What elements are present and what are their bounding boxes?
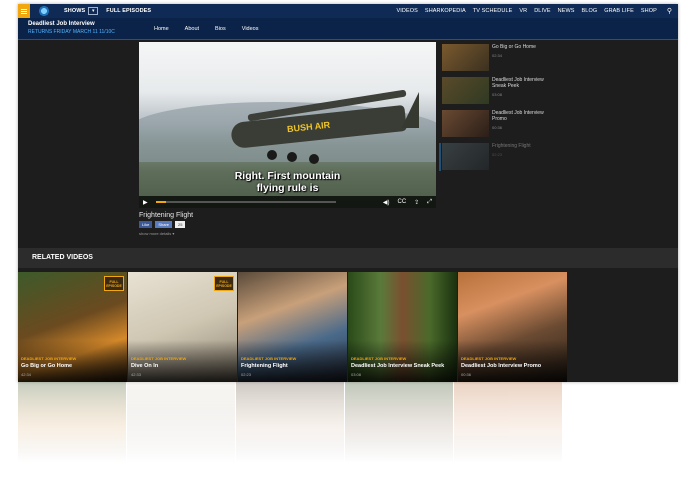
facebook-like-button[interactable]: Like bbox=[139, 221, 153, 228]
playlist-item-duration: 00:36 bbox=[492, 125, 503, 130]
subnav-about[interactable]: About bbox=[185, 26, 199, 32]
subnav-home[interactable]: Home bbox=[154, 26, 169, 32]
nav-tv-schedule[interactable]: TV SCHEDULE bbox=[473, 8, 513, 14]
nav-shows[interactable]: SHOWS bbox=[64, 8, 85, 14]
card-title: Dive On In bbox=[131, 363, 159, 369]
card-show-name: DEADLIEST JOB INTERVIEW bbox=[21, 356, 77, 361]
card-title: Deadliest Job Interview Promo bbox=[461, 363, 542, 369]
related-video-card[interactable]: FULL EPISODE DEADLIEST JOB INTERVIEW Dive… bbox=[128, 272, 237, 382]
top-nav-bar: SHOWS ▾ FULL EPISODES VIDEOS SHARKOPEDIA… bbox=[18, 4, 678, 18]
plane-wheel bbox=[287, 152, 297, 162]
card-show-name: DEADLIEST JOB INTERVIEW bbox=[241, 356, 297, 361]
playlist-item-active[interactable]: Frightening Flight 02:23 bbox=[439, 143, 552, 174]
player-controls: ▶ ◀) CC ⇪ ⤢ bbox=[139, 196, 436, 208]
video-player[interactable]: BUSH AIR Right. First mountain flying ru… bbox=[139, 42, 436, 208]
progress-bar[interactable] bbox=[155, 201, 336, 203]
card-duration: 02:23 bbox=[241, 372, 252, 377]
playlist-item-title: Deadliest Job Interview Sneak Peek bbox=[492, 77, 544, 89]
card-duration: 42:33 bbox=[131, 372, 142, 377]
related-video-card[interactable]: FULL EPISODE DEADLIEST JOB INTERVIEW Go B… bbox=[18, 272, 127, 382]
card-gradient bbox=[348, 340, 457, 382]
player-right-controls: ◀) CC ⇪ ⤢ bbox=[379, 199, 436, 206]
playlist-item[interactable]: Go Big or Go Home 02:34 bbox=[442, 44, 552, 75]
playlist-thumbnail bbox=[442, 44, 489, 71]
full-episode-badge: FULL EPISODE bbox=[214, 276, 234, 291]
related-videos-header: RELATED VIDEOS bbox=[18, 248, 678, 268]
social-buttons: Like Share 25 bbox=[139, 221, 193, 228]
show-airdate: RETURNS FRIDAY MARCH 11 11/10C bbox=[28, 29, 115, 35]
card-duration: 42:34 bbox=[21, 372, 32, 377]
related-video-card[interactable]: DEADLIEST JOB INTERVIEW Deadliest Job In… bbox=[458, 272, 567, 382]
card-title: Frightening Flight bbox=[241, 363, 288, 369]
card-title: Deadliest Job Interview Sneak Peek bbox=[351, 363, 445, 369]
card-gradient bbox=[18, 340, 127, 382]
playlist-item[interactable]: Deadliest Job Interview Sneak Peek 03:08 bbox=[442, 77, 552, 108]
fullscreen-icon[interactable]: ⤢ bbox=[427, 199, 432, 206]
plane-wheel bbox=[267, 150, 277, 160]
playlist-item-title: Go Big or Go Home bbox=[492, 44, 536, 50]
progress-fill bbox=[155, 201, 167, 203]
search-icon[interactable]: ⚲ bbox=[667, 7, 672, 15]
nav-sharkopedia[interactable]: SHARKOPEDIA bbox=[425, 8, 466, 14]
playlist-item-duration: 02:34 bbox=[492, 53, 503, 58]
nav-videos[interactable]: VIDEOS bbox=[397, 8, 418, 14]
playlist-item-duration: 02:23 bbox=[492, 152, 503, 157]
nav-blog[interactable]: BLOG bbox=[582, 8, 598, 14]
subnav-videos[interactable]: Videos bbox=[242, 26, 259, 32]
nav-vr[interactable]: VR bbox=[519, 8, 527, 14]
show-more-details-link[interactable]: show more details ▾ bbox=[139, 231, 193, 236]
menu-icon[interactable] bbox=[18, 4, 30, 18]
full-episode-badge: FULL EPISODE bbox=[104, 276, 124, 291]
browser-page: SHOWS ▾ FULL EPISODES VIDEOS SHARKOPEDIA… bbox=[18, 4, 678, 382]
share-icon[interactable]: ⇪ bbox=[414, 199, 419, 206]
video-title: Frightening Flight bbox=[139, 212, 194, 219]
playlist-thumbnail bbox=[442, 143, 489, 170]
show-subnav: Home About Bios Videos bbox=[154, 18, 274, 40]
subtitle-line-1: Right. First mountain bbox=[234, 170, 341, 182]
cc-button[interactable]: CC bbox=[397, 199, 406, 205]
playlist-item-title: Frightening Flight bbox=[492, 143, 531, 149]
nav-full-episodes[interactable]: FULL EPISODES bbox=[106, 8, 151, 14]
playlist-item-title: Deadliest Job Interview Promo bbox=[492, 110, 544, 122]
related-videos-row: FULL EPISODE DEADLIEST JOB INTERVIEW Go B… bbox=[18, 272, 678, 382]
playlist-item-duration: 03:08 bbox=[492, 92, 503, 97]
nav-news[interactable]: NEWS bbox=[558, 8, 575, 14]
cards-reflection bbox=[18, 382, 563, 477]
right-nav: VIDEOS SHARKOPEDIA TV SCHEDULE VR DLIVE … bbox=[390, 4, 672, 18]
reflection-fade bbox=[18, 382, 563, 477]
playlist-item[interactable]: Deadliest Job Interview Promo 00:36 bbox=[442, 110, 552, 141]
related-videos-heading: RELATED VIDEOS bbox=[32, 254, 93, 261]
play-icon[interactable]: ▶ bbox=[143, 199, 148, 206]
plane-wheel bbox=[309, 154, 319, 164]
volume-icon[interactable]: ◀) bbox=[383, 199, 390, 206]
discovery-globe-icon[interactable] bbox=[36, 5, 56, 17]
video-info: Frightening Flight Like Share 25 show mo… bbox=[139, 212, 193, 236]
playlist-thumbnail bbox=[442, 110, 489, 137]
playlist-sidebar: Go Big or Go Home 02:34 Deadliest Job In… bbox=[439, 44, 552, 176]
card-show-name: DEADLIEST JOB INTERVIEW bbox=[351, 356, 407, 361]
share-count: 25 bbox=[175, 221, 186, 228]
nav-dlive[interactable]: DLIVE bbox=[534, 8, 550, 14]
facebook-share-button[interactable]: Share bbox=[155, 221, 173, 228]
card-gradient bbox=[458, 340, 567, 382]
nav-grab-life[interactable]: GRAB LIFE bbox=[604, 8, 634, 14]
card-gradient bbox=[128, 340, 237, 382]
card-title: Go Big or Go Home bbox=[21, 363, 73, 369]
card-duration: 00:36 bbox=[461, 372, 472, 377]
related-video-card[interactable]: DEADLIEST JOB INTERVIEW Frightening Flig… bbox=[238, 272, 347, 382]
card-gradient bbox=[238, 340, 347, 382]
show-title[interactable]: Deadliest Job Interview bbox=[28, 21, 95, 27]
playlist-thumbnail bbox=[442, 77, 489, 104]
card-duration: 03:08 bbox=[351, 372, 362, 377]
card-show-name: DEADLIEST JOB INTERVIEW bbox=[461, 356, 517, 361]
chevron-down-icon[interactable]: ▾ bbox=[88, 7, 99, 15]
subtitle-line-2: flying rule is bbox=[256, 182, 319, 194]
card-show-name: DEADLIEST JOB INTERVIEW bbox=[131, 356, 187, 361]
show-header: Deadliest Job Interview RETURNS FRIDAY M… bbox=[18, 18, 678, 40]
nav-shop[interactable]: SHOP bbox=[641, 8, 657, 14]
related-video-card[interactable]: DEADLIEST JOB INTERVIEW Deadliest Job In… bbox=[348, 272, 457, 382]
subnav-bios[interactable]: Bios bbox=[215, 26, 226, 32]
